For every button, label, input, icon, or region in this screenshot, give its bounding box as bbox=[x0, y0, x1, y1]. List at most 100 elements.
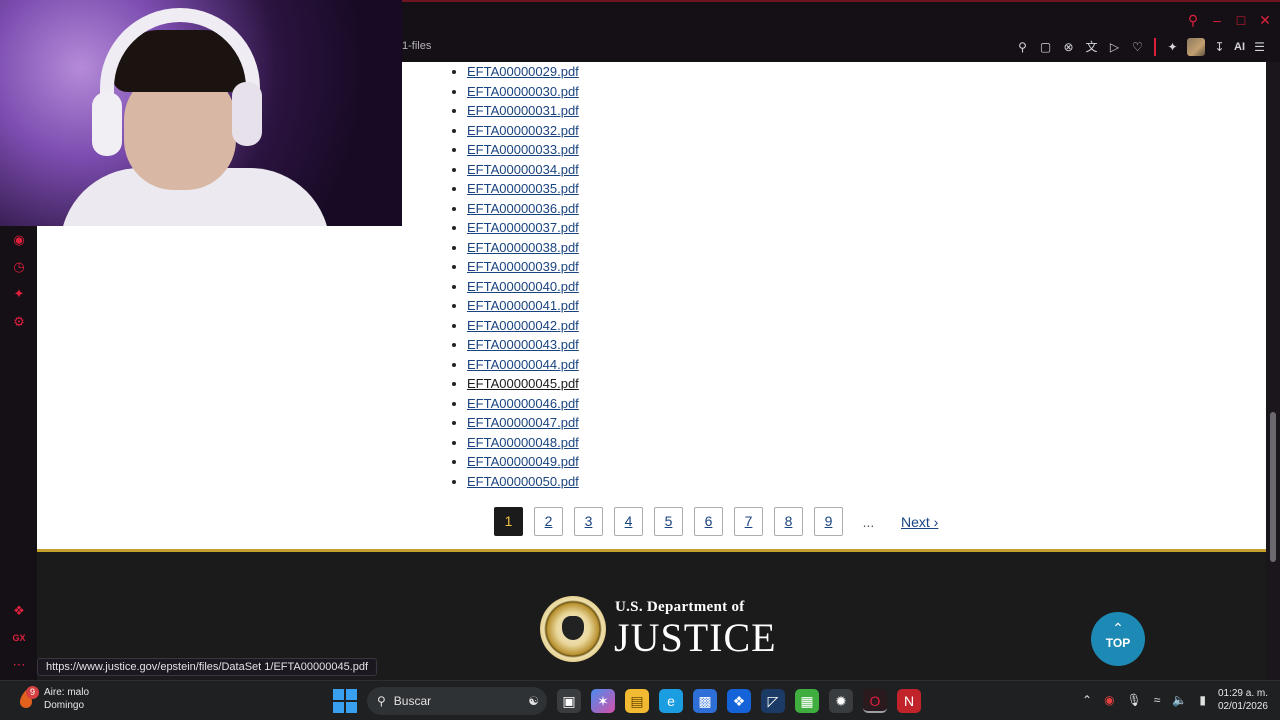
battery-icon[interactable]: ▮ bbox=[1199, 693, 1206, 707]
task-view-icon[interactable]: ▣ bbox=[557, 689, 581, 713]
file-link[interactable]: EFTA00000029.pdf bbox=[467, 64, 579, 79]
file-link[interactable]: EFTA00000034.pdf bbox=[467, 162, 579, 177]
file-link[interactable]: EFTA00000040.pdf bbox=[467, 279, 579, 294]
file-link[interactable]: EFTA00000035.pdf bbox=[467, 181, 579, 196]
file-link[interactable]: EFTA00000038.pdf bbox=[467, 240, 579, 255]
list-item: EFTA00000040.pdf bbox=[467, 277, 579, 297]
file-link[interactable]: EFTA00000033.pdf bbox=[467, 142, 579, 157]
extensions-icon[interactable]: ✦ bbox=[1164, 39, 1181, 56]
volume-icon[interactable]: 🔈 bbox=[1172, 693, 1187, 707]
file-link[interactable]: EFTA00000037.pdf bbox=[467, 220, 579, 235]
page-button-1[interactable]: 1 bbox=[494, 507, 523, 536]
file-link[interactable]: EFTA00000032.pdf bbox=[467, 123, 579, 138]
list-item: EFTA00000041.pdf bbox=[467, 296, 579, 316]
file-link[interactable]: EFTA00000030.pdf bbox=[467, 84, 579, 99]
page-button-6[interactable]: 6 bbox=[694, 507, 723, 536]
play-icon[interactable]: ▷ bbox=[1106, 39, 1123, 56]
list-item: EFTA00000048.pdf bbox=[467, 433, 579, 453]
profile-avatar[interactable] bbox=[1187, 38, 1205, 56]
snapshot-icon[interactable]: ▢ bbox=[1037, 39, 1054, 56]
toolbar-separator bbox=[1154, 38, 1156, 56]
top-label: TOP bbox=[1105, 636, 1131, 650]
more-icon[interactable]: ⋯ bbox=[10, 656, 28, 674]
page-button-7[interactable]: 7 bbox=[734, 507, 763, 536]
heart-icon[interactable]: ♡ bbox=[1129, 39, 1146, 56]
maximize-icon[interactable]: □ bbox=[1233, 12, 1249, 28]
page-scrollbar[interactable] bbox=[1266, 62, 1280, 680]
tray-app-icon[interactable]: ◉ bbox=[1104, 693, 1114, 707]
copilot-icon[interactable]: ✶ bbox=[591, 689, 615, 713]
microphone-icon[interactable]: 🎙 bbox=[1127, 693, 1142, 707]
weather-widget[interactable]: 9 Aire: malo Domingo bbox=[14, 686, 89, 712]
list-item: EFTA00000042.pdf bbox=[467, 316, 579, 336]
webcam-headphone-left bbox=[92, 92, 122, 156]
extensions-sidebar-icon[interactable]: ✦ bbox=[10, 285, 28, 303]
page-button-3[interactable]: 3 bbox=[574, 507, 603, 536]
blocker-icon[interactable]: ⊗ bbox=[1060, 39, 1077, 56]
scroll-thumb[interactable] bbox=[1270, 412, 1276, 562]
webcam-headphone-right bbox=[232, 82, 262, 146]
file-link[interactable]: EFTA00000047.pdf bbox=[467, 415, 579, 430]
ai-button[interactable]: AI bbox=[1234, 41, 1245, 53]
weather-text: Aire: malo Domingo bbox=[44, 686, 89, 712]
file-link[interactable]: EFTA00000041.pdf bbox=[467, 298, 579, 313]
store-icon[interactable]: ▩ bbox=[693, 689, 717, 713]
file-link[interactable]: EFTA00000049.pdf bbox=[467, 454, 579, 469]
history-icon[interactable]: ◷ bbox=[10, 258, 28, 276]
search-icon[interactable]: ⚲ bbox=[1185, 12, 1201, 28]
minecraft-icon[interactable]: ▦ bbox=[795, 689, 819, 713]
windows-start-icon[interactable] bbox=[333, 689, 357, 713]
taskbar-search[interactable]: ⚲ Buscar ☯ bbox=[367, 687, 547, 715]
menu-icon[interactable]: ☰ bbox=[1251, 39, 1268, 56]
page-button-2[interactable]: 2 bbox=[534, 507, 563, 536]
pin-icon[interactable]: ⚲ bbox=[1014, 39, 1031, 56]
file-link[interactable]: EFTA00000039.pdf bbox=[467, 259, 579, 274]
file-link[interactable]: EFTA00000031.pdf bbox=[467, 103, 579, 118]
page-button-8[interactable]: 8 bbox=[774, 507, 803, 536]
page-button-9[interactable]: 9 bbox=[814, 507, 843, 536]
list-item: EFTA00000044.pdf bbox=[467, 355, 579, 375]
eagle-icon bbox=[562, 616, 584, 640]
player-icon[interactable]: ◉ bbox=[10, 231, 28, 249]
settings-icon[interactable]: ⚙ bbox=[10, 313, 28, 331]
doj-seal-logo bbox=[540, 596, 606, 662]
page-button-4[interactable]: 4 bbox=[614, 507, 643, 536]
file-link[interactable]: EFTA00000045.pdf bbox=[467, 376, 579, 391]
file-link[interactable]: EFTA00000043.pdf bbox=[467, 337, 579, 352]
gx-icon[interactable]: GX bbox=[10, 629, 28, 647]
opera-gx-icon[interactable]: O bbox=[863, 689, 887, 713]
edge-icon[interactable]: e bbox=[659, 689, 683, 713]
file-explorer-icon[interactable]: ▤ bbox=[625, 689, 649, 713]
file-link[interactable]: EFTA00000042.pdf bbox=[467, 318, 579, 333]
chatgpt-icon[interactable]: ✹ bbox=[829, 689, 853, 713]
file-list: EFTA00000029.pdf EFTA00000030.pdf EFTA0000… bbox=[467, 62, 579, 491]
file-link[interactable]: EFTA00000044.pdf bbox=[467, 357, 579, 372]
weather-line1: Aire: malo bbox=[44, 687, 90, 698]
file-link[interactable]: EFTA00000048.pdf bbox=[467, 435, 579, 450]
back-to-top-button[interactable]: ⌃ TOP bbox=[1091, 612, 1145, 666]
file-link[interactable]: EFTA00000046.pdf bbox=[467, 396, 579, 411]
list-item: EFTA00000050.pdf bbox=[467, 472, 579, 492]
page-button-5[interactable]: 5 bbox=[654, 507, 683, 536]
red-app-icon[interactable]: N bbox=[897, 689, 921, 713]
minimize-icon[interactable]: – bbox=[1209, 12, 1225, 28]
taskbar-clock[interactable]: 01:29 a. m. 02/01/2026 bbox=[1218, 687, 1268, 713]
file-link[interactable]: EFTA00000050.pdf bbox=[467, 474, 579, 489]
wifi-icon[interactable]: ≈ bbox=[1154, 693, 1161, 707]
dropbox-icon[interactable]: ❖ bbox=[727, 689, 751, 713]
next-page-link[interactable]: Next › bbox=[901, 514, 938, 530]
security-icon[interactable]: ◸ bbox=[761, 689, 785, 713]
file-link[interactable]: EFTA00000036.pdf bbox=[467, 201, 579, 216]
download-icon[interactable]: ↧ bbox=[1211, 39, 1228, 56]
pin-sidebar-icon[interactable]: ❖ bbox=[10, 602, 28, 620]
pagination: 1 2 3 4 5 6 7 8 9... Next › bbox=[494, 507, 938, 536]
system-tray: ⌃ ◉ 🎙 ≈ 🔈 ▮ 01:29 a. m. 02/01/2026 bbox=[1082, 687, 1268, 713]
translate-icon[interactable]: 文 bbox=[1083, 39, 1100, 56]
browser-window: 1-files ⚲ – □ ✕ ⚲ ▢ ⊗ 文 ▷ ♡ ✦ ↧ AI ☰ ◉ ◷… bbox=[0, 0, 1280, 680]
close-icon[interactable]: ✕ bbox=[1257, 12, 1273, 28]
tray-chevron-up-icon[interactable]: ⌃ bbox=[1082, 693, 1092, 707]
list-item: EFTA00000039.pdf bbox=[467, 257, 579, 277]
tab-title[interactable]: 1-files bbox=[402, 40, 431, 52]
weather-icon: 9 bbox=[14, 686, 39, 711]
list-item: EFTA00000034.pdf bbox=[467, 160, 579, 180]
